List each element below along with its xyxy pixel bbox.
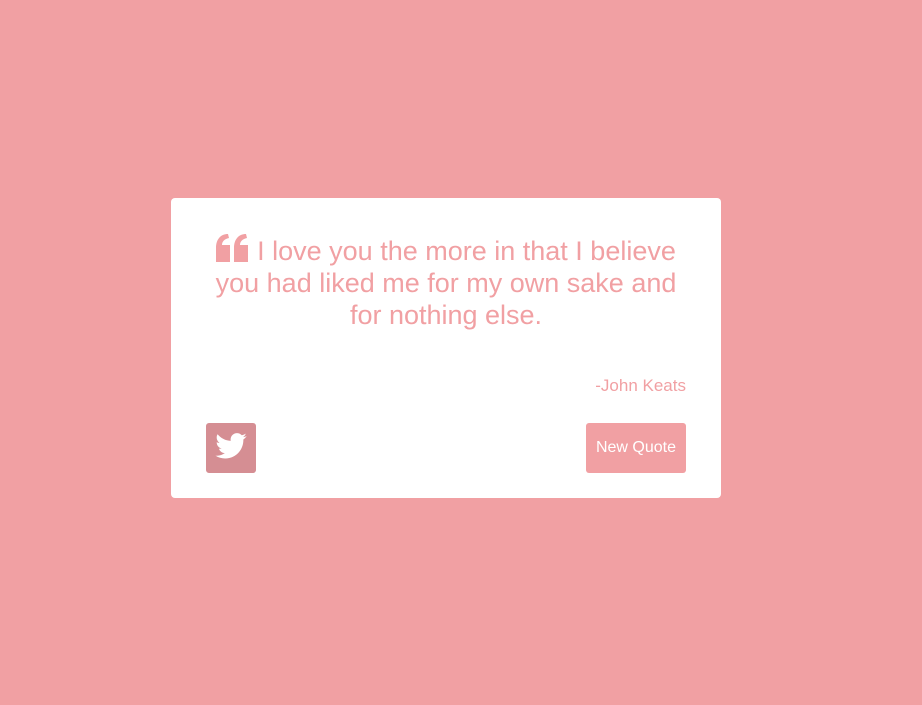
quote-left-icon <box>216 234 249 262</box>
quote-text: I love you the more in that I believe yo… <box>215 236 677 330</box>
new-quote-button[interactable]: New Quote <box>586 423 686 473</box>
twitter-icon <box>215 432 247 464</box>
quote-box: I love you the more in that I believe yo… <box>171 198 721 498</box>
quote-author: -John Keats <box>595 376 686 395</box>
tweet-quote-button[interactable] <box>206 423 256 473</box>
quote-text-block: I love you the more in that I believe yo… <box>206 234 686 331</box>
